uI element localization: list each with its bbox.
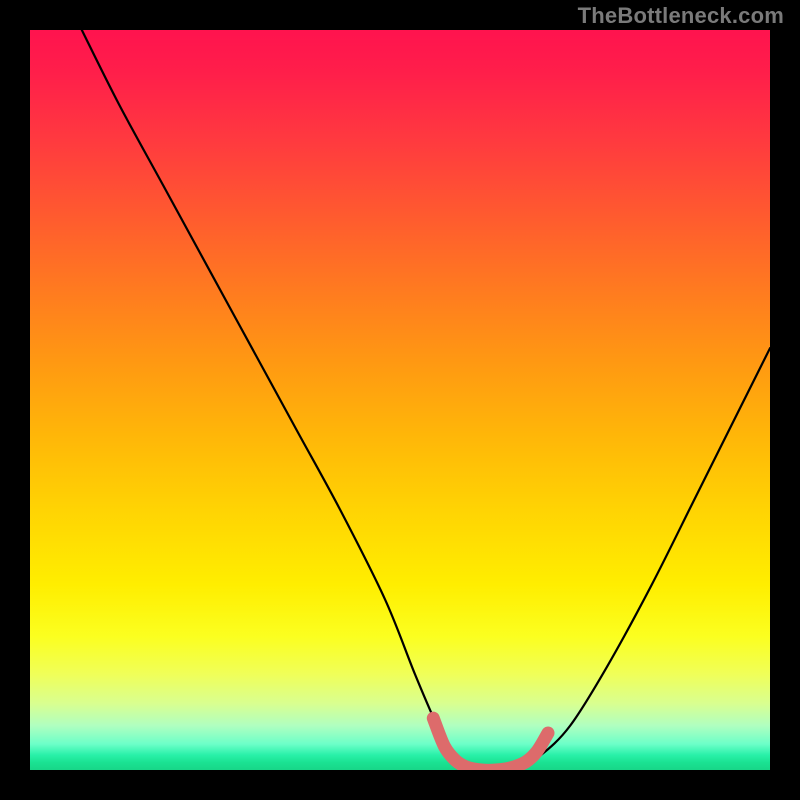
- curve-layer: [30, 30, 770, 770]
- chart-frame: TheBottleneck.com: [0, 0, 800, 800]
- watermark-text: TheBottleneck.com: [578, 3, 784, 29]
- bottleneck-curve: [82, 30, 770, 770]
- plot-area: [30, 30, 770, 770]
- optimal-range-highlight: [433, 718, 548, 770]
